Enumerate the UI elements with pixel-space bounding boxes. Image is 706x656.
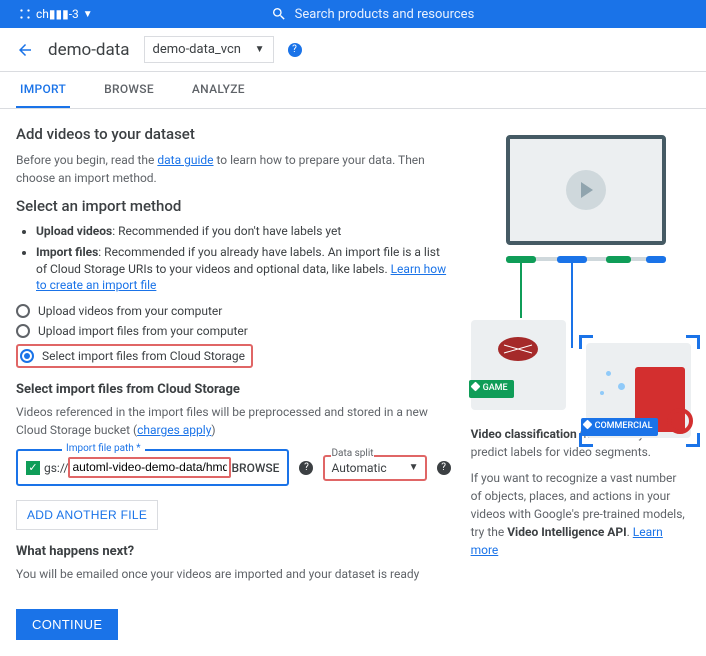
browse-button[interactable]: BROWSE bbox=[231, 461, 279, 475]
radio-upload-import-computer[interactable]: Upload import files from your computer bbox=[16, 324, 451, 338]
section-next-desc: You will be emailed once your videos are… bbox=[16, 565, 451, 583]
section-add-desc: Before you begin, read the data guide to… bbox=[16, 151, 451, 187]
dataset-dropdown-value: demo-data_vcn bbox=[153, 42, 241, 57]
radio-cloud-storage[interactable]: Select import files from Cloud Storage bbox=[20, 349, 245, 363]
search-bar[interactable]: Search products and resources bbox=[101, 6, 696, 22]
help-icon[interactable]: ? bbox=[437, 461, 451, 475]
badge-game: GAME bbox=[469, 380, 514, 398]
continue-button[interactable]: CONTINUE bbox=[16, 609, 118, 640]
tab-import[interactable]: IMPORT bbox=[16, 72, 70, 108]
chevron-down-icon: ▼ bbox=[255, 44, 265, 55]
tab-analyze[interactable]: ANALYZE bbox=[188, 72, 249, 108]
split-label: Data split bbox=[331, 448, 373, 459]
section-select-desc: Videos referenced in the import files wi… bbox=[16, 403, 451, 439]
path-label: Import file path * bbox=[62, 443, 145, 454]
import-path-field[interactable]: Import file path * ✓ gs:// BROWSE bbox=[16, 449, 289, 486]
check-icon: ✓ bbox=[26, 461, 40, 475]
bullet-import: Import files: Recommended if you already… bbox=[36, 244, 451, 294]
page-title: demo-data bbox=[48, 40, 130, 60]
play-icon bbox=[566, 170, 606, 210]
project-name: ch▮▮▮-3 bbox=[36, 7, 79, 21]
data-guide-link[interactable]: data guide bbox=[157, 153, 213, 167]
gs-prefix: gs:// bbox=[44, 461, 68, 475]
help-icon[interactable]: ? bbox=[299, 461, 313, 475]
path-input[interactable] bbox=[72, 460, 227, 474]
search-icon bbox=[271, 6, 287, 22]
chevron-down-icon: ▼ bbox=[409, 462, 419, 473]
section-next-title: What happens next? bbox=[16, 544, 451, 559]
charges-link[interactable]: charges apply bbox=[137, 423, 211, 437]
data-split-dropdown[interactable]: Data split Automatic ▼ bbox=[331, 461, 418, 475]
section-method-title: Select an import method bbox=[16, 197, 451, 215]
right-p2: If you want to recognize a vast number o… bbox=[471, 469, 690, 559]
chevron-down-icon: ▼ bbox=[83, 9, 93, 20]
tab-browse[interactable]: BROWSE bbox=[100, 72, 158, 108]
bullet-upload: Upload videos: Recommended if you don't … bbox=[36, 223, 451, 240]
help-icon[interactable]: ? bbox=[288, 43, 302, 57]
project-selector[interactable]: ch▮▮▮-3 ▼ bbox=[10, 7, 101, 21]
section-select-title: Select import files from Cloud Storage bbox=[16, 382, 451, 397]
section-add-title: Add videos to your dataset bbox=[16, 125, 451, 143]
search-placeholder: Search products and resources bbox=[295, 7, 475, 22]
back-arrow-icon[interactable] bbox=[16, 41, 34, 59]
illustration: GAME COMMERCIAL bbox=[471, 125, 690, 425]
radio-upload-computer[interactable]: Upload videos from your computer bbox=[16, 304, 451, 318]
dataset-dropdown[interactable]: demo-data_vcn ▼ bbox=[144, 36, 274, 63]
add-another-file-button[interactable]: ADD ANOTHER FILE bbox=[16, 500, 158, 530]
split-value: Automatic bbox=[331, 461, 386, 475]
